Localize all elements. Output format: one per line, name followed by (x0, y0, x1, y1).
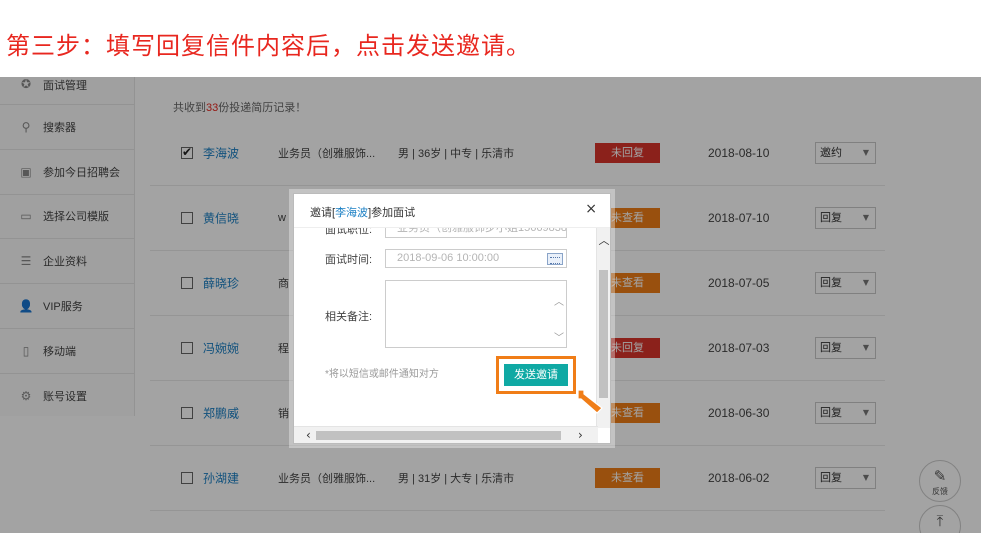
horizontal-scrollbar[interactable]: ‹ › (294, 426, 598, 443)
app-screenshot: ✪ 面试管理 ⚲ 搜索器 ▣ 参加今日招聘会 ▭ 选择公司模版 ☰ 企业资料 👤 VIP服务 ▯ 移动端 ⚙… (0, 77, 981, 533)
send-highlight-box: 发送邀请 (496, 356, 576, 394)
calendar-icon[interactable] (547, 253, 563, 265)
title-prefix: 邀请[ (310, 207, 336, 219)
notify-hint: *将以短信或邮件通知对方 (325, 369, 439, 380)
vertical-scroll-thumb[interactable] (599, 270, 608, 398)
dialog-body: 面试职位: 业务员（创雅服饰步小姐15669838​5 面试时间: 2018-0… (294, 228, 598, 428)
horizontal-scroll-thumb[interactable] (316, 431, 561, 440)
time-label: 面试时间: (325, 254, 373, 266)
interview-time-field[interactable]: 2018-09-06 10:00:00 (385, 249, 567, 268)
step-caption: 第三步：填写回复信件内容后，点击发送邀请。 (6, 32, 531, 60)
title-suffix: ]参加面试 (368, 207, 416, 219)
scroll-left-icon[interactable]: ‹ (306, 427, 311, 443)
note-textarea[interactable]: ︿ ﹀ (385, 280, 567, 348)
dialog-header: 邀请[李海波]参加面试 × (294, 194, 610, 228)
close-icon[interactable]: × (585, 201, 597, 217)
pointer-arrow-icon (577, 389, 603, 414)
scroll-right-icon[interactable]: › (578, 427, 583, 443)
send-invite-button[interactable]: 发送邀请 (504, 364, 568, 386)
dialog-title: 邀请[李海波]参加面试 (310, 204, 415, 220)
textarea-scroll-icon: ︿ ﹀ (554, 297, 564, 344)
scroll-up-icon[interactable]: ︿ (597, 232, 610, 248)
candidate-name: 李海波 (335, 207, 369, 219)
note-label: 相关备注: (325, 311, 373, 323)
position-label: 面试职位: (325, 228, 373, 236)
position-field[interactable]: 业务员（创雅服饰步小姐15669838​5 (385, 228, 567, 238)
interview-time-value: 2018-09-06 10:00:00 (397, 252, 500, 264)
invite-dialog: 邀请[李海波]参加面试 × 面试职位: 业务员（创雅服饰步小姐15669838​… (293, 193, 611, 444)
